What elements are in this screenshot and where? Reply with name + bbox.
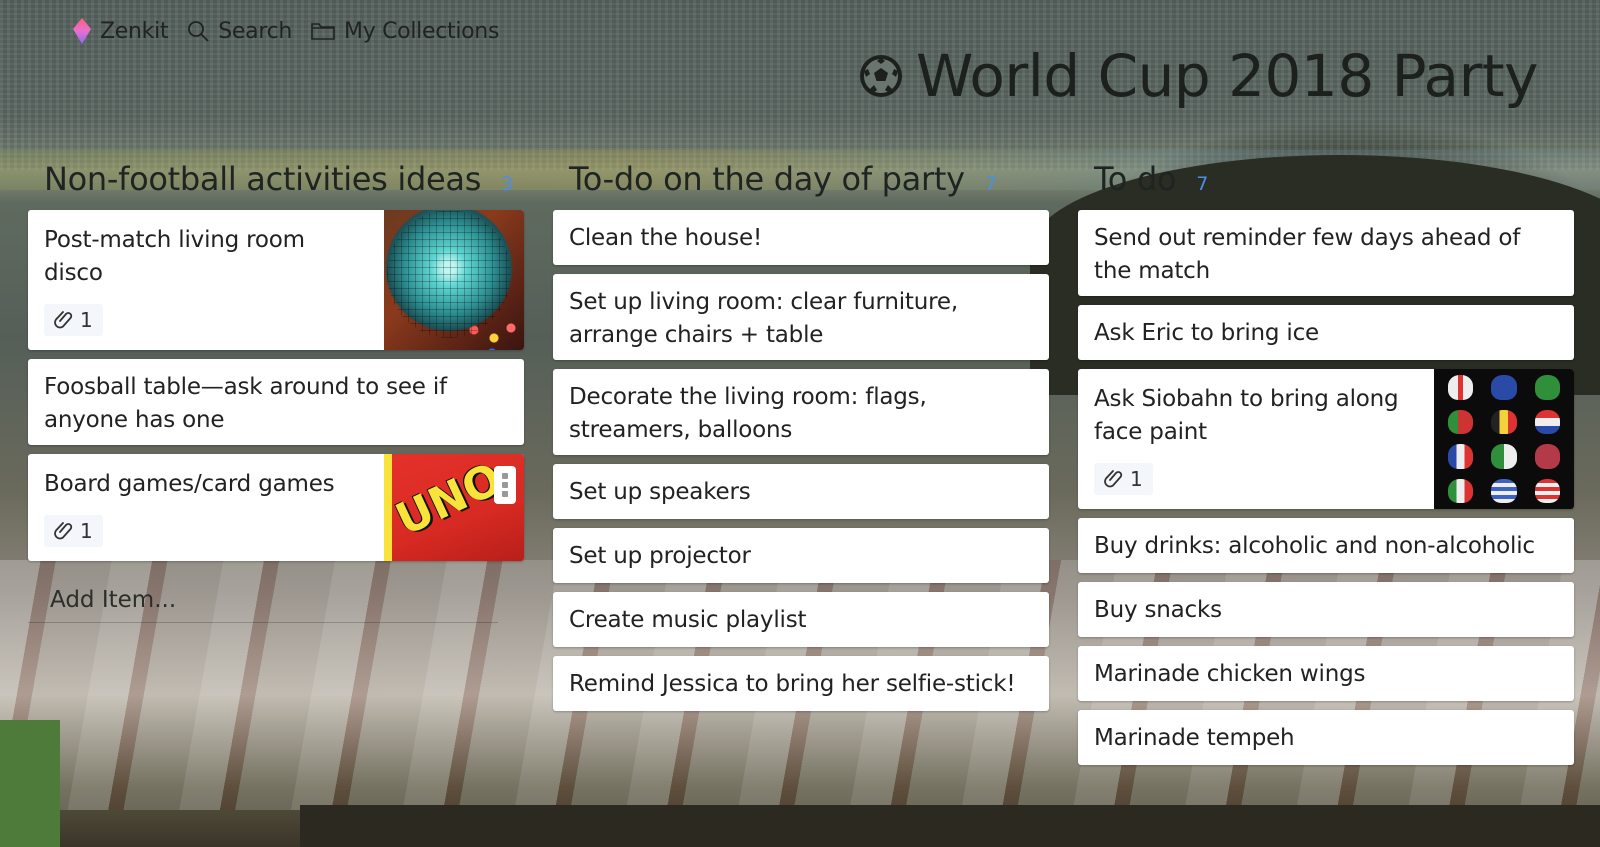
search-icon: [188, 21, 209, 42]
list-item[interactable]: Ask Eric to bring ice: [1078, 305, 1574, 360]
attachment-count-badge[interactable]: 1: [44, 304, 103, 336]
card-title: Remind Jessica to bring her selfie-stick…: [569, 671, 1016, 697]
my-collections-label: My Collections: [344, 18, 500, 44]
card-title: Clean the house!: [569, 225, 763, 251]
card-title: Buy snacks: [1094, 597, 1222, 623]
folder-icon: [311, 23, 335, 40]
face-paint-flags-image[interactable]: [1434, 369, 1574, 509]
page-title: World Cup 2018 Party: [858, 40, 1539, 112]
my-collections-button[interactable]: My Collections: [310, 19, 499, 44]
card-title: Set up speakers: [569, 479, 751, 505]
column-count: 3: [501, 173, 514, 195]
column-header[interactable]: To do 7: [1078, 160, 1574, 206]
card-title: Marinade chicken wings: [1094, 661, 1366, 687]
column-count: 7: [984, 173, 997, 195]
hamburger-icon[interactable]: [26, 20, 56, 42]
list-item[interactable]: Buy drinks: alcoholic and non-alcoholic: [1078, 518, 1574, 573]
list-item[interactable]: Remind Jessica to bring her selfie-stick…: [553, 656, 1049, 711]
column-title: To do: [1094, 160, 1177, 198]
card-title: Marinade tempeh: [1094, 725, 1295, 751]
paperclip-icon: [54, 522, 73, 540]
list-item[interactable]: Send out reminder few days ahead of the …: [1078, 210, 1574, 296]
card-title: Foosball table—ask around to see if anyo…: [44, 374, 447, 433]
add-item-input[interactable]: Add Item...: [28, 579, 498, 623]
card-title: Ask Siobahn to bring along face paint: [1094, 386, 1399, 445]
column-title: Non-football activities ideas: [44, 160, 482, 198]
card-title: Ask Eric to bring ice: [1094, 320, 1320, 346]
brand-link[interactable]: Zenkit: [72, 17, 169, 45]
search-label: Search: [218, 18, 293, 44]
list-item[interactable]: Board games/card games 1 UNO: [28, 454, 524, 561]
list-column-day-of-party: To-do on the day of party 7 Clean the ho…: [553, 160, 1049, 720]
list-item[interactable]: Set up projector: [553, 528, 1049, 583]
list-column-to-do: To do 7 Send out reminder few days ahead…: [1078, 160, 1574, 774]
brand-name: Zenkit: [100, 18, 169, 44]
list-item[interactable]: Create music playlist: [553, 592, 1049, 647]
card-title: Set up living room: clear furniture, arr…: [569, 289, 958, 348]
disco-ball-image[interactable]: [384, 210, 524, 350]
column-header[interactable]: Non-football activities ideas 3: [28, 160, 524, 206]
list-item[interactable]: Set up living room: clear furniture, arr…: [553, 274, 1049, 360]
background-sign: [300, 805, 1600, 847]
list-item[interactable]: Decorate the living room: flags, streame…: [553, 369, 1049, 455]
card-title: Post-match living room disco: [44, 227, 305, 286]
card-title: Send out reminder few days ahead of the …: [1094, 225, 1521, 284]
card-title: Create music playlist: [569, 607, 807, 633]
list-item[interactable]: Clean the house!: [553, 210, 1049, 265]
card-title: Board games/card games: [44, 471, 335, 497]
search-button[interactable]: Search: [186, 19, 292, 44]
list-item[interactable]: Ask Siobahn to bring along face paint 1: [1078, 369, 1574, 509]
list-item[interactable]: Marinade tempeh: [1078, 710, 1574, 765]
top-navigation: Zenkit Search My Collections: [26, 14, 499, 48]
list-item[interactable]: Foosball table—ask around to see if anyo…: [28, 359, 524, 445]
attachment-count: 1: [1130, 467, 1143, 491]
column-count: 7: [1196, 173, 1209, 195]
list-column-non-football: Non-football activities ideas 3 Post-mat…: [28, 160, 524, 623]
paperclip-icon: [1104, 470, 1123, 488]
column-header[interactable]: To-do on the day of party 7: [553, 160, 1049, 206]
attachment-count-badge[interactable]: 1: [44, 515, 103, 547]
card-title: Buy drinks: alcoholic and non-alcoholic: [1094, 533, 1535, 559]
attachment-count: 1: [80, 308, 93, 332]
card-title: Set up projector: [569, 543, 751, 569]
paperclip-icon: [54, 311, 73, 329]
attachment-count-badge[interactable]: 1: [1094, 463, 1153, 495]
soccer-ball-icon: [859, 55, 902, 97]
list-item[interactable]: Set up speakers: [553, 464, 1049, 519]
card-title: Decorate the living room: flags, streame…: [569, 384, 927, 443]
zenkit-gem-icon: [73, 18, 91, 44]
attachment-count: 1: [80, 519, 93, 543]
page-title-text: World Cup 2018 Party: [915, 42, 1539, 110]
list-item[interactable]: Buy snacks: [1078, 582, 1574, 637]
list-item[interactable]: Marinade chicken wings: [1078, 646, 1574, 701]
more-vertical-icon[interactable]: [494, 466, 516, 504]
background-grass: [0, 720, 60, 847]
list-item[interactable]: Post-match living room disco 1: [28, 210, 524, 350]
column-title: To-do on the day of party: [569, 160, 965, 198]
